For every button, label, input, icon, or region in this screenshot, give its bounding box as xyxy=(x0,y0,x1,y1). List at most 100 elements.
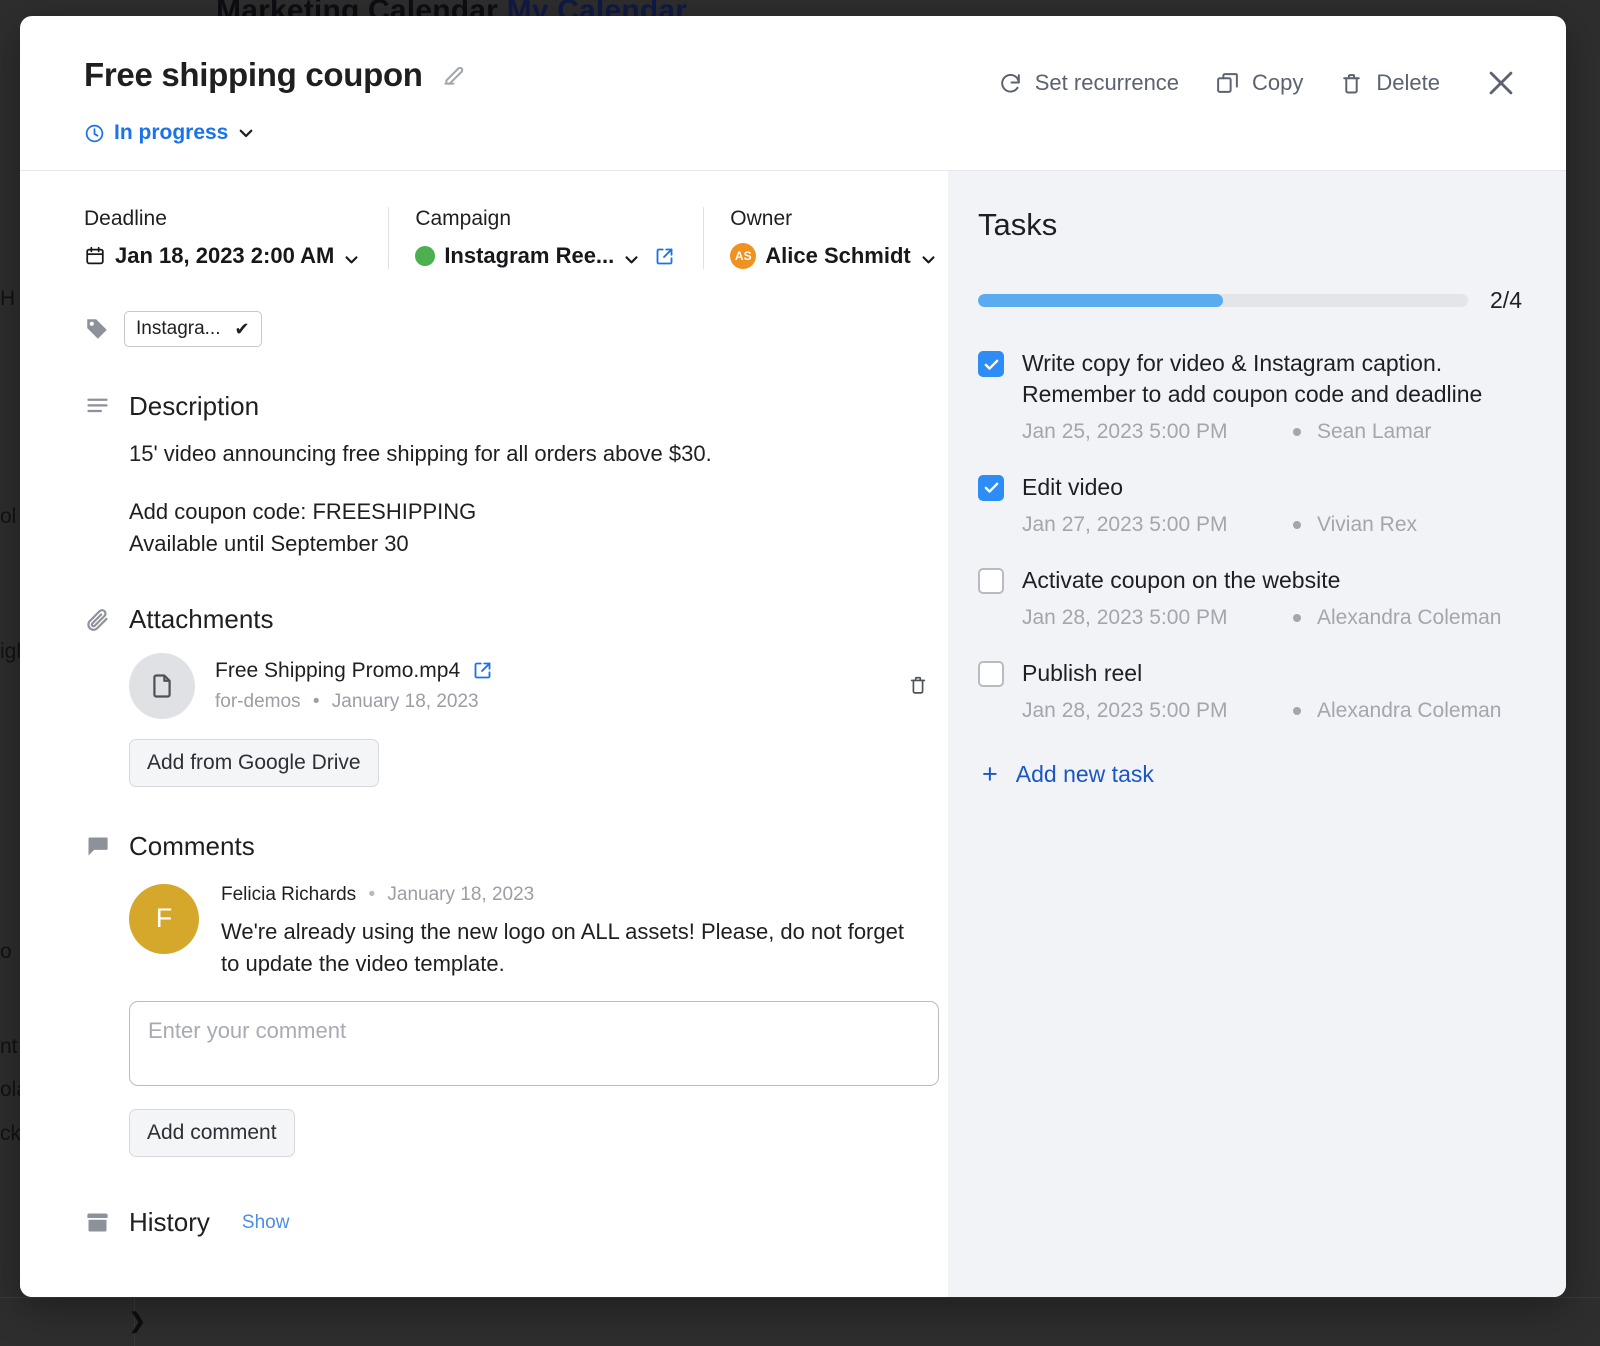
meta-strip: Deadline Jan 18, 2023 2:00 AM Campaign I… xyxy=(84,207,935,269)
comments-section-header: Comments xyxy=(84,831,904,862)
background-divider xyxy=(0,1297,1600,1298)
owner-value[interactable]: AS Alice Schmidt xyxy=(730,243,936,269)
trash-icon xyxy=(1343,73,1361,93)
task-assignee: Alexandra Coleman xyxy=(1317,699,1502,723)
progress-bar-fill xyxy=(978,294,1223,307)
plus-icon: + xyxy=(982,758,998,789)
tasks-progress-count: 2/4 xyxy=(1490,287,1522,313)
task-label: Edit video xyxy=(1022,473,1124,500)
modal-header: Free shipping coupon In progress Set rec… xyxy=(20,16,1566,171)
campaign-value[interactable]: Instagram Ree... xyxy=(415,243,675,269)
attachment-meta: for-demos • January 18, 2023 xyxy=(215,691,493,713)
status-dropdown[interactable]: In progress xyxy=(84,121,255,145)
avatar: F xyxy=(129,883,199,954)
title-row: Free shipping coupon xyxy=(84,56,467,94)
comment-separator: • xyxy=(368,883,376,905)
chevron-down-icon xyxy=(343,248,360,265)
description-line-2: Add coupon code: FREESHIPPING xyxy=(129,498,477,524)
campaign-field: Campaign Instagram Ree... xyxy=(388,207,703,269)
comment-input[interactable] xyxy=(129,1001,939,1087)
attachment-item[interactable]: Free Shipping Promo.mp4 for-demos • Janu… xyxy=(129,652,929,719)
chevron-down-icon xyxy=(920,248,937,265)
history-heading: History xyxy=(129,1207,210,1238)
task-checkbox[interactable] xyxy=(978,351,1004,377)
task-checkbox[interactable] xyxy=(978,567,1004,594)
task-label: Write copy for video & Instagram caption… xyxy=(1022,350,1483,407)
campaign-label: Campaign xyxy=(415,207,512,230)
avatar: AS xyxy=(730,243,757,269)
comment-item: F Felicia Richards • January 18, 2023 We… xyxy=(129,883,904,980)
description-line-3: Available until September 30 xyxy=(129,530,409,556)
task-meta: Jan 25, 2023 5:00 PM Sean Lamar xyxy=(1022,417,1522,447)
clock-icon xyxy=(84,123,105,144)
progress-bar xyxy=(978,294,1469,307)
attachment-date: January 18, 2023 xyxy=(331,690,479,712)
separator-dot xyxy=(1293,707,1301,716)
status-badge: In progress xyxy=(114,121,229,144)
tag-row: Instagra... ✔ xyxy=(84,311,904,347)
attachments-heading: Attachments xyxy=(129,603,274,634)
comments-heading: Comments xyxy=(129,830,255,861)
tag-chip[interactable]: Instagra... ✔ xyxy=(124,311,262,347)
copy-label: Copy xyxy=(1252,70,1304,95)
modal-body: Deadline Jan 18, 2023 2:00 AM Campaign I… xyxy=(20,171,1566,1297)
add-new-task-label: Add new task xyxy=(1015,760,1154,787)
description-body: 15' video announcing free shipping for a… xyxy=(129,438,904,560)
task-assignee: Vivian Rex xyxy=(1317,513,1417,537)
task-checkbox[interactable] xyxy=(978,474,1004,501)
owner-label: Owner xyxy=(730,207,793,230)
task-main: Activate coupon on the website xyxy=(978,565,1522,596)
separator-dot xyxy=(1293,614,1301,623)
owner-field: Owner AS Alice Schmidt xyxy=(703,207,948,269)
task-meta: Jan 28, 2023 5:00 PM Alexandra Coleman xyxy=(1022,696,1522,726)
task-date: Jan 27, 2023 5:00 PM xyxy=(1022,513,1228,537)
add-from-google-drive-button[interactable]: Add from Google Drive xyxy=(129,738,379,787)
calendar-icon xyxy=(84,245,106,267)
description-section-header: Description xyxy=(84,391,904,422)
background-ghost-text: ol xyxy=(0,505,17,528)
pencil-icon[interactable] xyxy=(441,62,467,88)
delete-button[interactable]: Delete xyxy=(1339,70,1440,96)
copy-button[interactable]: Copy xyxy=(1215,70,1303,96)
tag-icon xyxy=(84,316,110,342)
external-link-icon[interactable] xyxy=(472,660,493,681)
tasks-progress-row: 2/4 xyxy=(978,287,1522,314)
comment-meta: Felicia Richards • January 18, 2023 xyxy=(221,884,904,906)
delete-label: Delete xyxy=(1376,70,1440,95)
deadline-label: Deadline xyxy=(84,207,167,230)
attachment-name: Free Shipping Promo.mp4 xyxy=(215,658,461,682)
trash-icon[interactable] xyxy=(907,674,929,698)
close-icon[interactable] xyxy=(1484,66,1518,100)
task-label: Activate coupon on the website xyxy=(1022,566,1341,593)
comment-icon xyxy=(84,833,111,860)
chevron-down-icon xyxy=(623,248,640,265)
history-section-header: History Show xyxy=(84,1207,904,1238)
deadline-field: Deadline Jan 18, 2023 2:00 AM xyxy=(84,207,388,269)
separator-dot xyxy=(1293,521,1301,530)
task-main: Publish reel xyxy=(978,658,1522,689)
background-ghost-text: H xyxy=(0,287,16,310)
add-new-task-button[interactable]: + Add new task xyxy=(982,758,1522,789)
description-heading: Description xyxy=(129,391,260,421)
details-pane: Deadline Jan 18, 2023 2:00 AM Campaign I… xyxy=(20,171,948,1297)
tag-chip-label: Instagra... xyxy=(136,318,221,339)
header-actions: Set recurrence Copy Delete xyxy=(998,66,1518,100)
deadline-value[interactable]: Jan 18, 2023 2:00 AM xyxy=(84,243,360,269)
attachments-section-header: Attachments xyxy=(84,604,904,635)
task-label: Publish reel xyxy=(1022,659,1143,686)
comment-text: We're already using the new logo on ALL … xyxy=(221,918,904,976)
task-checkbox[interactable] xyxy=(978,660,1004,687)
task-row: Publish reel Jan 28, 2023 5:00 PM Alexan… xyxy=(978,658,1522,727)
task-meta: Jan 28, 2023 5:00 PM Alexandra Coleman xyxy=(1022,603,1522,633)
deadline-text: Jan 18, 2023 2:00 AM xyxy=(115,243,335,268)
set-recurrence-button[interactable]: Set recurrence xyxy=(998,70,1179,96)
separator-dot xyxy=(1293,428,1301,437)
check-icon: ✔ xyxy=(234,318,250,339)
file-icon xyxy=(129,652,195,719)
add-comment-button[interactable]: Add comment xyxy=(129,1109,295,1158)
history-show-link[interactable]: Show xyxy=(242,1212,290,1234)
task-main: Write copy for video & Instagram caption… xyxy=(978,348,1522,409)
owner-text: Alice Schmidt xyxy=(765,243,911,268)
external-link-icon[interactable] xyxy=(654,246,675,267)
